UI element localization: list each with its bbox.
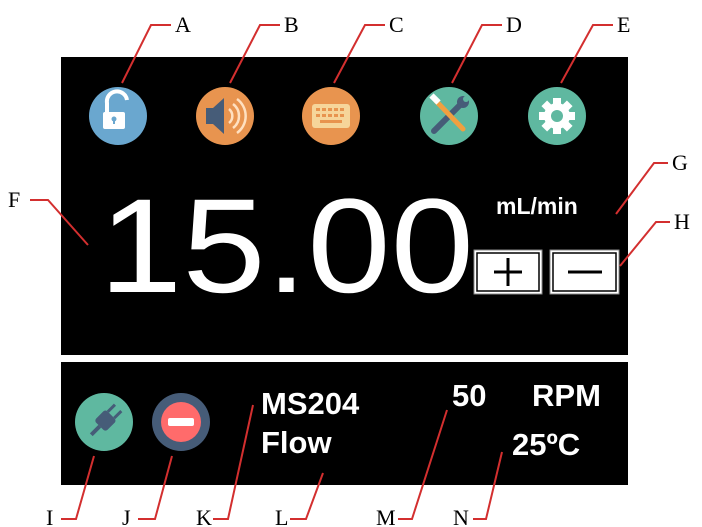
- tools-button[interactable]: [420, 87, 478, 145]
- callout-j: J: [122, 505, 131, 527]
- sound-button[interactable]: [196, 87, 254, 145]
- speed-value: 50: [452, 378, 486, 413]
- callout-k: K: [196, 505, 212, 527]
- callout-b: B: [284, 12, 299, 37]
- flow-value: 15.00: [99, 172, 474, 321]
- settings-button[interactable]: [528, 87, 586, 145]
- model-name: MS204: [261, 386, 360, 421]
- unlock-button[interactable]: [89, 87, 147, 145]
- callout-e: E: [617, 12, 630, 37]
- decrease-button[interactable]: [549, 249, 620, 295]
- callout-n: N: [453, 505, 469, 527]
- stop-button[interactable]: [152, 393, 210, 451]
- callout-i: I: [46, 505, 53, 527]
- annotated-pump-display: 15.00 mL/min MS204 Flow 50 RPM 25ºC A B …: [8, 12, 690, 527]
- callout-c: C: [389, 12, 404, 37]
- power-button[interactable]: [75, 393, 133, 451]
- flow-unit: mL/min: [496, 193, 578, 219]
- keyboard-button[interactable]: [302, 87, 360, 145]
- callout-h: H: [674, 209, 690, 234]
- callout-a: A: [175, 12, 191, 37]
- callout-g: G: [672, 150, 688, 175]
- mode-label: Flow: [261, 425, 332, 460]
- callout-m: M: [376, 505, 396, 527]
- speed-unit: RPM: [532, 378, 601, 413]
- callout-l: L: [275, 505, 288, 527]
- temperature-readout: 25ºC: [512, 427, 580, 462]
- increase-button[interactable]: [473, 249, 543, 295]
- callout-d: D: [506, 12, 522, 37]
- callout-f: F: [8, 187, 20, 212]
